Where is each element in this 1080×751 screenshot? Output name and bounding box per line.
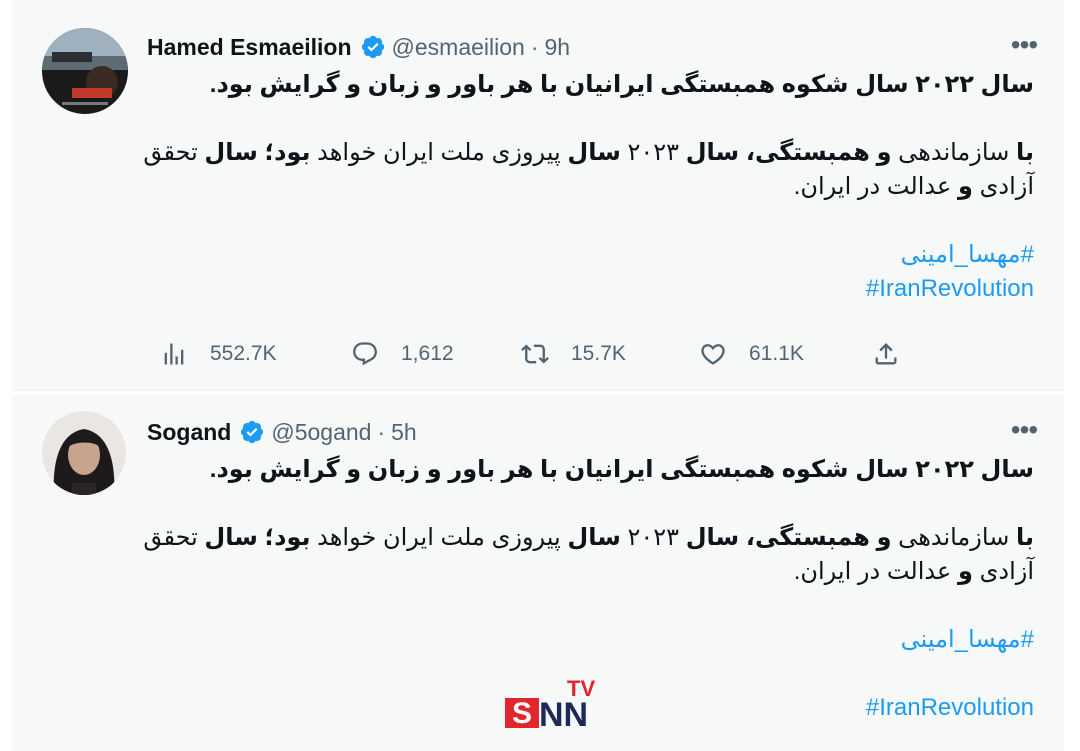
avatar-image bbox=[42, 411, 126, 495]
bold-text: سال bbox=[685, 524, 740, 551]
avatar[interactable] bbox=[42, 411, 126, 495]
text: سازماندهی bbox=[891, 139, 1016, 166]
more-label: ••• bbox=[1010, 414, 1038, 445]
like-icon bbox=[701, 344, 725, 365]
more-icon[interactable]: ••• bbox=[1006, 29, 1042, 60]
hashtag-link[interactable]: #مهسا_امینی bbox=[162, 623, 1034, 657]
bold-text: و همبستگی، bbox=[745, 524, 892, 551]
bold-text: بود؛ سال bbox=[204, 524, 311, 551]
text: آزادی bbox=[972, 173, 1034, 200]
bold-text: سال bbox=[567, 139, 621, 166]
separator: · bbox=[530, 33, 539, 60]
retweet-button[interactable]: 15.7K bbox=[521, 338, 626, 370]
bold-text: سال bbox=[567, 524, 621, 551]
retweet-icon bbox=[521, 344, 549, 364]
display-name[interactable]: Hamed Esmaeilion bbox=[147, 34, 352, 61]
views-button[interactable]: 552.7K bbox=[160, 338, 277, 370]
hashtag-link[interactable]: #IranRevolution bbox=[162, 272, 1034, 306]
text: سازماندهی bbox=[891, 524, 1016, 551]
snn-tv-watermark-logo: S NN TV bbox=[505, 676, 615, 734]
text: ۲۰۲۳ bbox=[620, 524, 686, 551]
bold-text: و bbox=[958, 558, 973, 585]
like-count: 61.1K bbox=[749, 342, 804, 365]
text: تحقق bbox=[143, 139, 205, 166]
text: پیروزی ملت ایران خواهد bbox=[310, 524, 568, 551]
tweet-line: آزادی و عدالت در ایران. bbox=[162, 555, 1034, 589]
timestamp[interactable]: 9h bbox=[545, 34, 571, 61]
tweet-line: آزادی و عدالت در ایران. bbox=[162, 170, 1034, 204]
text: ۲۰۲۳ bbox=[620, 139, 686, 166]
bold-text: با bbox=[1015, 139, 1034, 166]
text bbox=[739, 524, 746, 551]
tweet-line: با سازماندهی و همبستگی، سال ۲۰۲۳ سال پیر… bbox=[143, 136, 1034, 170]
verified-badge-icon bbox=[239, 419, 265, 445]
retweet-count: 15.7K bbox=[571, 342, 626, 365]
display-name[interactable]: Sogand bbox=[147, 419, 231, 446]
tweet-line: سال ۲۰۲۲ سال شکوه همبستگی ایرانیان با هر… bbox=[209, 456, 1034, 483]
bold-text: با bbox=[1015, 524, 1034, 551]
text bbox=[739, 139, 746, 166]
avatar-image bbox=[42, 28, 128, 114]
more-label: ••• bbox=[1010, 29, 1038, 60]
text: آزادی bbox=[972, 558, 1034, 585]
bold-text: و bbox=[958, 173, 973, 200]
more-icon[interactable]: ••• bbox=[1006, 414, 1042, 445]
watermark-tv: TV bbox=[567, 676, 595, 701]
separator: · bbox=[377, 418, 386, 445]
reply-button[interactable]: 1,612 bbox=[351, 338, 454, 370]
share-icon bbox=[875, 343, 897, 365]
share-button[interactable] bbox=[872, 338, 900, 370]
reply-count: 1,612 bbox=[401, 342, 454, 365]
text: عدالت در ایران. bbox=[793, 173, 958, 200]
text: پیروزی ملت ایران خواهد bbox=[310, 139, 568, 166]
views-icon bbox=[164, 343, 184, 365]
hashtag-link[interactable]: #مهسا_امینی bbox=[162, 238, 1034, 272]
tweet-text: سال ۲۰۲۲ سال شکوه همبستگی ایرانیان با هر… bbox=[143, 68, 1034, 306]
text: عدالت در ایران. bbox=[793, 558, 958, 585]
text: تحقق bbox=[143, 524, 205, 551]
tweet-header: Hamed Esmaeilion @esmaeilion · 9h bbox=[147, 32, 570, 62]
watermark-s: S bbox=[512, 697, 532, 728]
tweet-header: Sogand @5ogand · 5h bbox=[147, 417, 417, 447]
tweet-line: با سازماندهی و همبستگی، سال ۲۰۲۳ سال پیر… bbox=[143, 521, 1034, 555]
tweet[interactable]: Hamed Esmaeilion @esmaeilion · 9h ••• سا… bbox=[12, 0, 1064, 390]
reply-icon bbox=[353, 342, 377, 366]
tweet-line: سال ۲۰۲۲ سال شکوه همبستگی ایرانیان با هر… bbox=[209, 71, 1034, 98]
like-button[interactable]: 61.1K bbox=[699, 338, 804, 370]
bold-text: بود؛ سال bbox=[204, 139, 311, 166]
avatar[interactable] bbox=[42, 28, 128, 114]
timestamp[interactable]: 5h bbox=[391, 419, 417, 446]
user-handle[interactable]: @5ogand bbox=[271, 419, 371, 446]
verified-badge-icon bbox=[360, 34, 386, 60]
views-count: 552.7K bbox=[210, 342, 277, 365]
tweet-actions: 552.7K 1,612 15.7K 61.1K bbox=[146, 338, 906, 370]
bold-text: سال bbox=[685, 139, 740, 166]
bold-text: و همبستگی، bbox=[745, 139, 892, 166]
user-handle[interactable]: @esmaeilion bbox=[392, 34, 525, 61]
